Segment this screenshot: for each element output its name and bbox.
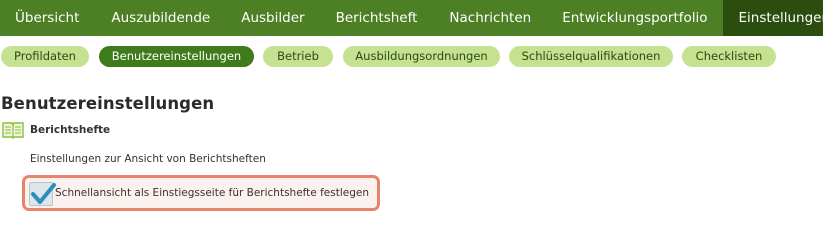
page-title: Benutzereinstellungen bbox=[1, 94, 215, 113]
tab-einstellungen[interactable]: Einstellungen bbox=[722, 0, 823, 36]
quickview-checkbox[interactable] bbox=[29, 182, 56, 206]
subtab-betrieb[interactable]: Betrieb bbox=[263, 46, 333, 67]
tab-ausbilder[interactable]: Ausbilder bbox=[225, 0, 319, 36]
top-navigation: Übersicht Auszubildende Ausbilder Berich… bbox=[0, 0, 823, 36]
tab-berichtsheft[interactable]: Berichtsheft bbox=[320, 0, 434, 36]
section-title: Berichtshefte bbox=[30, 124, 111, 136]
subtab-checklisten[interactable]: Checklisten bbox=[682, 46, 776, 67]
tab-entwicklungsportfolio[interactable]: Entwicklungsportfolio bbox=[547, 0, 722, 36]
section-description: Einstellungen zur Ansicht von Berichtshe… bbox=[30, 153, 266, 165]
subtab-profildaten[interactable]: Profildaten bbox=[1, 46, 89, 67]
tab-nachrichten[interactable]: Nachrichten bbox=[433, 0, 547, 36]
subtab-schluesselqualifikationen[interactable]: Schlüsselqualifikationen bbox=[509, 46, 673, 67]
subtab-ausbildungsordnungen[interactable]: Ausbildungsordnungen bbox=[343, 46, 500, 67]
open-book-icon bbox=[2, 121, 24, 139]
tab-uebersicht[interactable]: Übersicht bbox=[0, 0, 95, 36]
quickview-option-label[interactable]: Schnellansicht als Einstiegsseite für Be… bbox=[55, 187, 369, 199]
subtab-benutzereinstellungen[interactable]: Benutzereinstellungen bbox=[99, 46, 254, 67]
tab-auszubildende[interactable]: Auszubildende bbox=[95, 0, 225, 36]
sub-navigation: Profildaten Benutzereinstellungen Betrie… bbox=[0, 46, 823, 68]
checkmark-icon bbox=[31, 183, 56, 204]
